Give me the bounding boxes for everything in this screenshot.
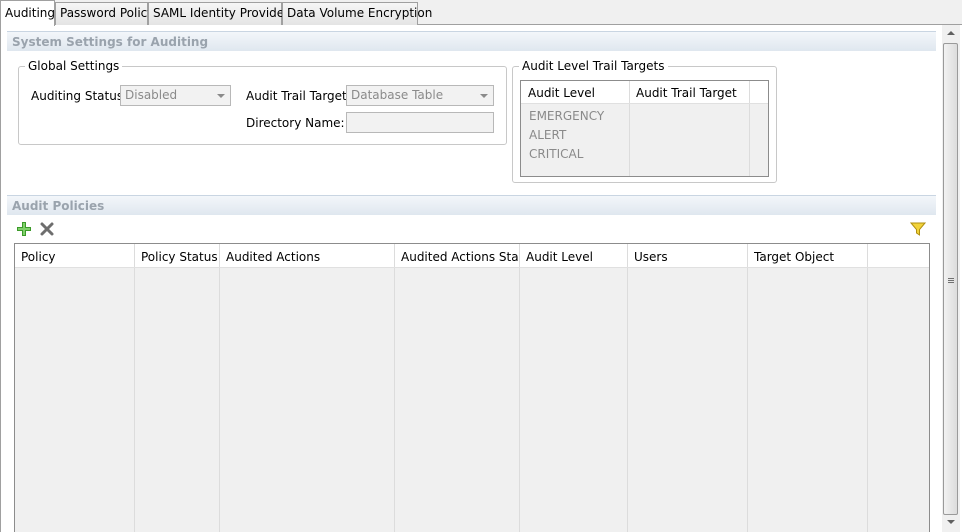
- column-header-target-object[interactable]: Target Object: [754, 250, 866, 264]
- auditing-status-label: Auditing Status:: [31, 89, 128, 103]
- chevron-down-icon: [217, 94, 225, 98]
- tab-password-policy[interactable]: Password Policy: [55, 2, 154, 25]
- vertical-scrollbar[interactable]: [942, 25, 960, 532]
- table-column: [220, 244, 395, 532]
- audit-policies-table[interactable]: Policy Policy Status Audited Actions Aud…: [14, 243, 930, 532]
- audit-trail-target-label: Audit Trail Target:: [246, 89, 351, 103]
- column-header-audit-level[interactable]: Audit Level: [528, 86, 595, 100]
- tab-label: Data Volume Encryption: [287, 6, 433, 20]
- table-column: [628, 244, 748, 532]
- audit-trail-target-combo[interactable]: Database Table: [346, 85, 494, 106]
- tab-saml-identity-providers[interactable]: SAML Identity Providers: [148, 2, 295, 25]
- directory-name-field[interactable]: [346, 112, 494, 133]
- tab-label: SAML Identity Providers: [153, 6, 296, 20]
- system-settings-header[interactable]: System Settings for Auditing: [7, 31, 936, 51]
- column-header-policy[interactable]: Policy: [21, 250, 133, 264]
- column-header-audited-actions[interactable]: Audited Actions: [226, 250, 394, 264]
- column-header-audit-trail-target[interactable]: Audit Trail Target: [636, 86, 737, 100]
- column-header-audited-actions-status[interactable]: Audited Actions Sta...: [401, 250, 519, 264]
- table-header: Audit Level Audit Trail Target: [521, 81, 768, 104]
- table-column: [520, 244, 628, 532]
- auditing-status-combo[interactable]: Disabled: [120, 85, 231, 106]
- plus-icon[interactable]: [16, 221, 32, 237]
- tab-auditing[interactable]: Auditing: [0, 0, 55, 26]
- grip-line: [948, 282, 954, 283]
- audit-policies-title: Audit Policies: [12, 199, 105, 213]
- tab-data-volume-encryption[interactable]: Data Volume Encryption: [282, 2, 432, 25]
- filter-icon[interactable]: [909, 221, 927, 237]
- grip-line: [948, 280, 954, 281]
- tab-label: Password Policy: [60, 6, 155, 20]
- table-column: [748, 244, 868, 532]
- table-header: Policy Policy Status Audited Actions Aud…: [15, 244, 929, 268]
- tab-label: Auditing: [5, 6, 56, 20]
- audit-trail-target-value: Database Table: [351, 88, 444, 102]
- grip-line: [948, 278, 954, 279]
- directory-name-label: Directory Name:: [246, 116, 345, 130]
- chevron-down-icon: [480, 94, 488, 98]
- global-settings-legend: Global Settings: [28, 59, 120, 73]
- tab-bar: Auditing Password Policy SAML Identity P…: [0, 0, 962, 26]
- list-item[interactable]: EMERGENCY: [529, 109, 604, 123]
- system-settings-title: System Settings for Auditing: [12, 35, 209, 49]
- auditing-panel: System Settings for Auditing Global Sett…: [0, 25, 962, 532]
- scroll-down-icon[interactable]: [947, 520, 955, 524]
- list-item[interactable]: CRITICAL: [529, 147, 583, 161]
- scrollbar-thumb[interactable]: [943, 43, 958, 515]
- audit-level-trail-targets-table[interactable]: Audit Level Audit Trail Target EMERGENCY…: [520, 80, 769, 177]
- scroll-up-icon[interactable]: [947, 31, 955, 35]
- column-header-policy-status[interactable]: Policy Status: [141, 250, 219, 264]
- list-item[interactable]: ALERT: [529, 128, 566, 142]
- audit-policies-header[interactable]: Audit Policies: [7, 195, 936, 215]
- column-header-audit-level[interactable]: Audit Level: [526, 250, 626, 264]
- table-column: [395, 244, 520, 532]
- table-column: [15, 244, 135, 532]
- audit-level-trail-targets-legend: Audit Level Trail Targets: [522, 59, 665, 73]
- table-column: [135, 244, 220, 532]
- delete-icon[interactable]: [39, 221, 55, 237]
- column-header-users[interactable]: Users: [634, 250, 746, 264]
- auditing-status-value: Disabled: [125, 88, 178, 102]
